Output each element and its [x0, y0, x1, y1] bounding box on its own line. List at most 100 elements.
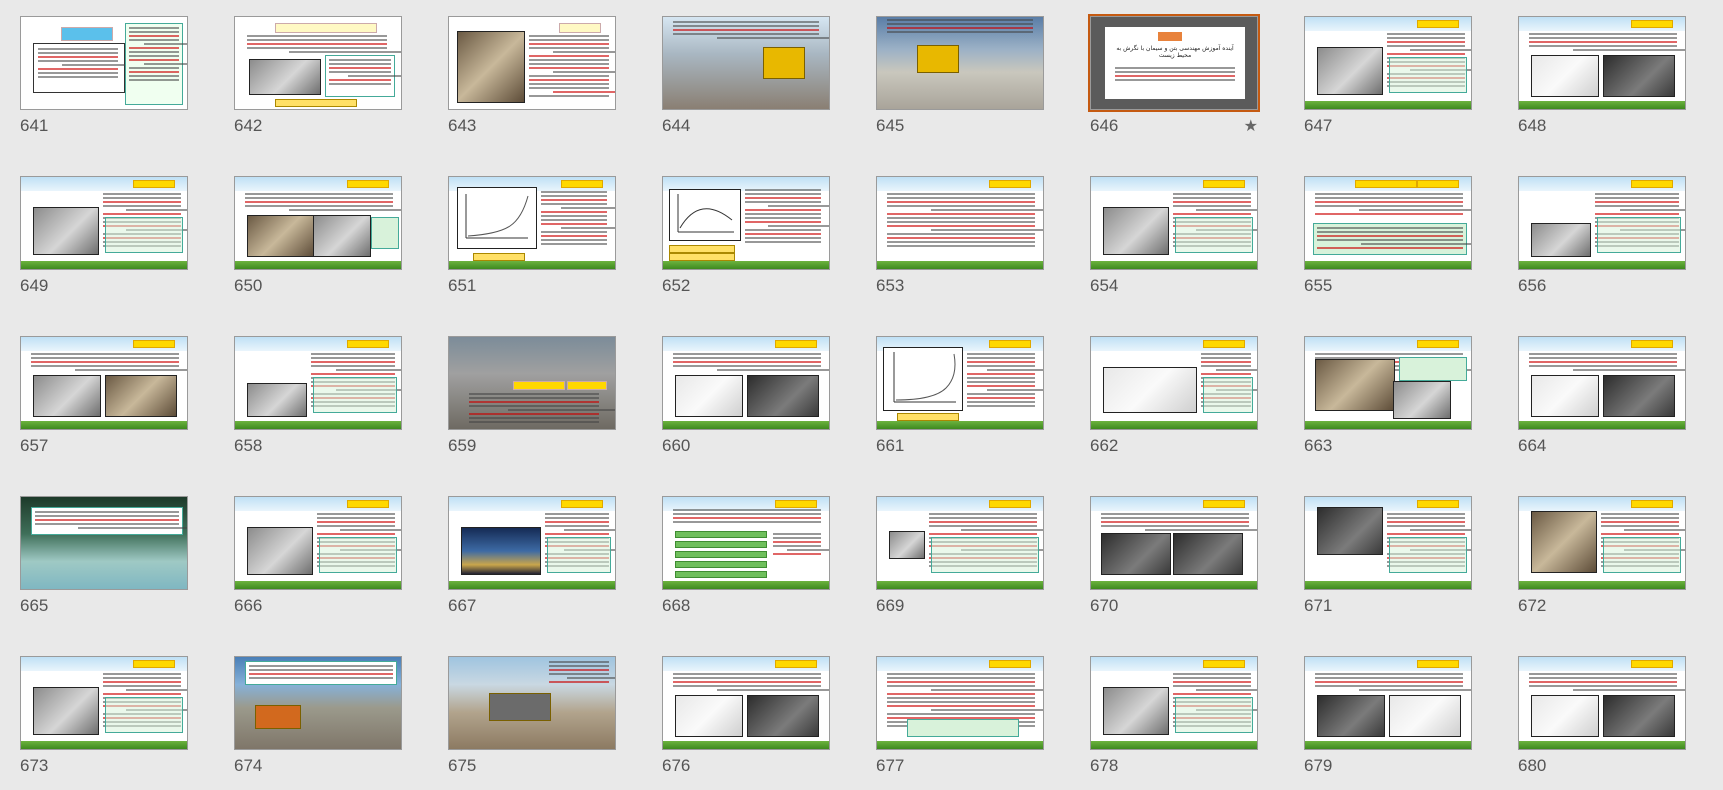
slide-preview[interactable]	[662, 656, 830, 750]
grass-footer	[663, 581, 829, 589]
slide-preview[interactable]	[20, 176, 188, 270]
photo-2	[313, 215, 371, 257]
slide-thumbnail-650[interactable]: 650	[234, 176, 404, 310]
slide-preview[interactable]	[1304, 656, 1472, 750]
photo	[1101, 533, 1171, 575]
slide-thumbnail-656[interactable]: 656	[1518, 176, 1688, 310]
slide-thumbnail-675[interactable]: 675	[448, 656, 618, 790]
slide-number: 670	[1090, 596, 1119, 615]
slide-preview[interactable]	[1518, 336, 1686, 430]
slide-preview[interactable]	[1518, 656, 1686, 750]
slide-thumbnail-655[interactable]: 655	[1304, 176, 1474, 310]
slide-preview[interactable]: آینده آموزش مهندسی بتن و سیمان با نگرش ب…	[1088, 14, 1260, 112]
slide-thumbnail-642[interactable]: 642	[234, 16, 404, 150]
slide-preview[interactable]	[234, 656, 402, 750]
slide-thumbnail-654[interactable]: 654	[1090, 176, 1260, 310]
slide-preview[interactable]	[662, 16, 830, 110]
slide-preview[interactable]	[20, 336, 188, 430]
slide-preview[interactable]	[448, 496, 616, 590]
slide-thumbnail-657[interactable]: 657	[20, 336, 190, 470]
text-box	[1175, 217, 1253, 253]
slide-thumbnail-645[interactable]: 645	[876, 16, 1046, 150]
slide-preview[interactable]	[876, 16, 1044, 110]
slide-thumbnail-670[interactable]: 670	[1090, 496, 1260, 630]
slide-preview[interactable]	[1518, 16, 1686, 110]
slide-preview[interactable]	[234, 16, 402, 110]
slide-thumbnail-646[interactable]: آینده آموزش مهندسی بتن و سیمان با نگرش ب…	[1088, 14, 1260, 150]
slide-thumbnail-658[interactable]: 658	[234, 336, 404, 470]
slide-preview[interactable]	[876, 656, 1044, 750]
slide-thumbnail-668[interactable]: 668	[662, 496, 832, 630]
slide-preview[interactable]	[20, 496, 188, 590]
slide-thumbnail-643[interactable]: 643	[448, 16, 618, 150]
slide-thumbnail-662[interactable]: 662	[1090, 336, 1260, 470]
text-box	[319, 537, 397, 573]
photo	[1531, 375, 1599, 417]
title-bar	[1417, 660, 1459, 668]
slide-preview[interactable]	[20, 16, 188, 110]
slide-thumbnail-679[interactable]: 679	[1304, 656, 1474, 790]
photo-2	[1603, 55, 1675, 97]
grass-footer	[663, 261, 829, 269]
text-box	[1597, 217, 1681, 253]
slide-preview[interactable]	[662, 336, 830, 430]
slide-thumbnail-672[interactable]: 672	[1518, 496, 1688, 630]
slide-thumbnail-676[interactable]: 676	[662, 656, 832, 790]
slide-thumbnail-648[interactable]: 648	[1518, 16, 1688, 150]
slide-preview[interactable]	[448, 176, 616, 270]
slide-preview[interactable]	[876, 336, 1044, 430]
slide-preview[interactable]	[1304, 336, 1472, 430]
slide-thumbnail-677[interactable]: 677	[876, 656, 1046, 790]
slide-preview[interactable]	[234, 496, 402, 590]
slide-preview[interactable]	[1090, 336, 1258, 430]
slide-thumbnail-663[interactable]: 663	[1304, 336, 1474, 470]
star-icon[interactable]: ★	[1244, 116, 1258, 136]
slide-thumbnail-671[interactable]: 671	[1304, 496, 1474, 630]
slide-thumbnail-678[interactable]: 678	[1090, 656, 1260, 790]
title-bar	[1417, 340, 1459, 348]
slide-thumbnail-644[interactable]: 644	[662, 16, 832, 150]
slide-preview[interactable]	[448, 656, 616, 750]
slide-thumbnail-652[interactable]: 652	[662, 176, 832, 310]
slide-thumbnail-666[interactable]: 666	[234, 496, 404, 630]
slide-preview[interactable]	[1304, 176, 1472, 270]
slide-preview[interactable]	[234, 336, 402, 430]
slide-thumbnail-653[interactable]: 653	[876, 176, 1046, 310]
slide-preview[interactable]	[448, 16, 616, 110]
slide-preview[interactable]	[1090, 496, 1258, 590]
slide-thumbnail-641[interactable]: 641	[20, 16, 190, 150]
slide-preview[interactable]	[876, 176, 1044, 270]
slide-preview[interactable]	[662, 176, 830, 270]
slide-thumbnail-665[interactable]: 665	[20, 496, 190, 630]
slide-thumbnail-660[interactable]: 660	[662, 336, 832, 470]
grass-footer	[21, 421, 187, 429]
slide-preview[interactable]	[234, 176, 402, 270]
slide-thumbnail-659[interactable]: 659	[448, 336, 618, 470]
caption-bar	[669, 245, 735, 253]
slide-thumbnail-680[interactable]: 680	[1518, 656, 1688, 790]
slide-preview[interactable]	[1304, 16, 1472, 110]
slide-thumbnail-667[interactable]: 667	[448, 496, 618, 630]
slide-thumbnail-661[interactable]: 661	[876, 336, 1046, 470]
photo-2	[747, 375, 819, 417]
slide-number: 680	[1518, 756, 1547, 775]
slide-number: 668	[662, 596, 691, 615]
slide-preview[interactable]	[20, 656, 188, 750]
slide-number: 678	[1090, 756, 1119, 775]
slide-thumbnail-674[interactable]: 674	[234, 656, 404, 790]
slide-preview[interactable]	[1090, 656, 1258, 750]
slide-thumbnail-673[interactable]: 673	[20, 656, 190, 790]
slide-preview[interactable]	[448, 336, 616, 430]
slide-preview[interactable]	[876, 496, 1044, 590]
slide-thumbnail-669[interactable]: 669	[876, 496, 1046, 630]
photo	[33, 687, 99, 735]
slide-preview[interactable]	[1090, 176, 1258, 270]
slide-preview[interactable]	[662, 496, 830, 590]
slide-preview[interactable]	[1518, 176, 1686, 270]
slide-thumbnail-649[interactable]: 649	[20, 176, 190, 310]
slide-thumbnail-664[interactable]: 664	[1518, 336, 1688, 470]
slide-thumbnail-651[interactable]: 651	[448, 176, 618, 310]
slide-preview[interactable]	[1304, 496, 1472, 590]
slide-thumbnail-647[interactable]: 647	[1304, 16, 1474, 150]
slide-preview[interactable]	[1518, 496, 1686, 590]
